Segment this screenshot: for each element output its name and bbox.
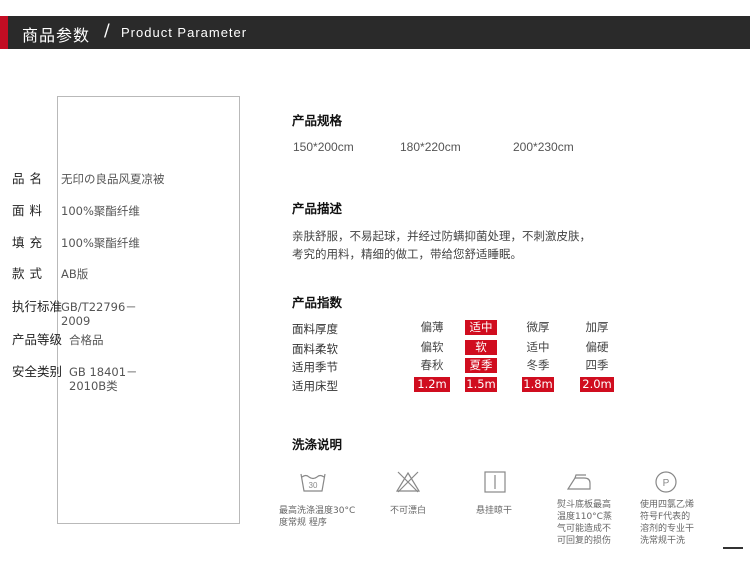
care-item-hang-dry: [460, 470, 530, 494]
care-text-iron: 熨斗底板最高 温度110°C蒸 气可能造成不 可回复的损伤: [557, 499, 627, 547]
spec-label: 执行标准: [12, 299, 63, 314]
index-option-selected: 1.2m: [414, 377, 450, 392]
dry-clean-p-icon: P: [655, 471, 677, 493]
index-option: 四季: [585, 358, 609, 372]
care-text-line: 使用四氯乙烯: [640, 500, 695, 510]
care-item-dry-clean: P: [631, 470, 701, 494]
size-section-title: 产品规格: [292, 113, 343, 128]
care-text-no-bleach: 不可漂白: [390, 505, 450, 517]
index-row: 面料柔软 偏软 软 适中 偏硬: [292, 340, 632, 357]
care-text-dry-clean: 使用四氯乙烯 符号F代表的 溶剂的专业干 洗常规干洗: [640, 499, 710, 547]
product-description: 亲肤舒服，不易起球，并经过防螨抑菌处理，不刺激皮肤， 考究的用料，精细的做工，带…: [292, 227, 632, 263]
index-row-label: 适用季节: [292, 360, 338, 374]
care-text-line: 可回复的损伤: [557, 536, 612, 546]
care-section-title: 洗涤说明: [292, 437, 343, 452]
wash-30-icon: 30: [300, 473, 326, 492]
spec-value: AB版: [61, 267, 89, 281]
hang-dry-icon: [484, 471, 506, 493]
care-text-hang-dry: 悬挂晾干: [476, 505, 536, 517]
care-text-line: 洗常规干洗: [640, 536, 686, 546]
bottom-dash: [723, 547, 743, 549]
care-text-line: 溶剂的专业干: [640, 524, 695, 534]
index-option-selected: 适中: [465, 320, 497, 335]
index-row-label: 适用床型: [292, 379, 338, 393]
index-option-selected: 夏季: [465, 358, 497, 373]
description-line: 考究的用料，精细的做工，带给您舒适睡眠。: [292, 247, 522, 261]
care-text-line: 符号F代表的: [640, 512, 691, 522]
description-line: 亲肤舒服，不易起球，并经过防螨抑菌处理，不刺激皮肤，: [292, 229, 591, 243]
spec-label: 品名: [12, 171, 48, 186]
header-bar: 商品参数 / Product Parameter: [0, 16, 750, 49]
index-option: 偏硬: [585, 340, 609, 354]
index-option-selected: 1.5m: [465, 377, 497, 392]
spec-label: 款式: [12, 266, 48, 281]
index-row-label: 面料厚度: [292, 322, 338, 336]
index-option: 春秋: [420, 358, 444, 372]
size-option: 200*230cm: [513, 140, 574, 154]
index-option: 加厚: [585, 320, 609, 334]
care-text-line: 度常规 程序: [279, 518, 327, 528]
spec-value: GB/T22796－2009: [61, 300, 137, 328]
index-section-title: 产品指数: [292, 295, 343, 310]
care-text-line: 气可能造成不: [557, 524, 612, 534]
spec-label: 安全类别: [12, 364, 63, 379]
care-item-iron: [544, 470, 614, 494]
index-row: 适用床型 1.2m 1.5m 1.8m 2.0m: [292, 377, 632, 394]
size-option: 180*220cm: [400, 140, 461, 154]
spec-value: 100%聚酯纤维: [61, 204, 140, 218]
size-option: 150*200cm: [293, 140, 354, 154]
header-accent: [0, 16, 8, 49]
spec-value: 100%聚酯纤维: [61, 236, 140, 250]
wash-temp-text: 30: [309, 481, 318, 490]
care-text-line: 熨斗底板最高: [557, 500, 612, 510]
index-option-selected: 2.0m: [580, 377, 614, 392]
index-option: 适中: [526, 340, 550, 354]
index-option-selected: 软: [465, 340, 497, 355]
care-text-line: 温度110°C蒸: [557, 512, 612, 522]
header-separator: /: [104, 21, 110, 41]
index-option: 偏薄: [420, 320, 444, 334]
index-option: 冬季: [526, 358, 550, 372]
care-text-line: 不可漂白: [390, 506, 427, 516]
header-title-cn: 商品参数: [22, 26, 91, 45]
no-bleach-icon: [395, 471, 421, 493]
spec-label: 面料: [12, 203, 48, 218]
header-title-en: Product Parameter: [121, 25, 248, 40]
care-item-wash: 30: [278, 470, 348, 494]
iron-icon: [566, 474, 591, 490]
index-row: 面料厚度 偏薄 适中 微厚 加厚: [292, 320, 632, 337]
index-option: 微厚: [526, 320, 550, 334]
care-item-no-bleach: [373, 470, 443, 494]
spec-label: 填充: [12, 235, 48, 250]
spec-value: 合格品: [69, 333, 104, 347]
spec-label: 产品等级: [12, 332, 63, 347]
index-row-label: 面料柔软: [292, 342, 338, 356]
care-text-wash: 最高洗涤温度30°C 度常规 程序: [279, 505, 369, 529]
spec-value: 无印の良品风夏凉被: [61, 172, 165, 186]
care-text-line: 最高洗涤温度30°C: [279, 506, 356, 516]
spec-value: GB 18401－2010B类: [69, 365, 138, 393]
dry-clean-letter: P: [663, 478, 670, 489]
desc-section-title: 产品描述: [292, 201, 343, 216]
index-option: 偏软: [420, 340, 444, 354]
index-row: 适用季节 春秋 夏季 冬季 四季: [292, 358, 632, 375]
index-option-selected: 1.8m: [522, 377, 554, 392]
care-text-line: 悬挂晾干: [476, 506, 513, 516]
